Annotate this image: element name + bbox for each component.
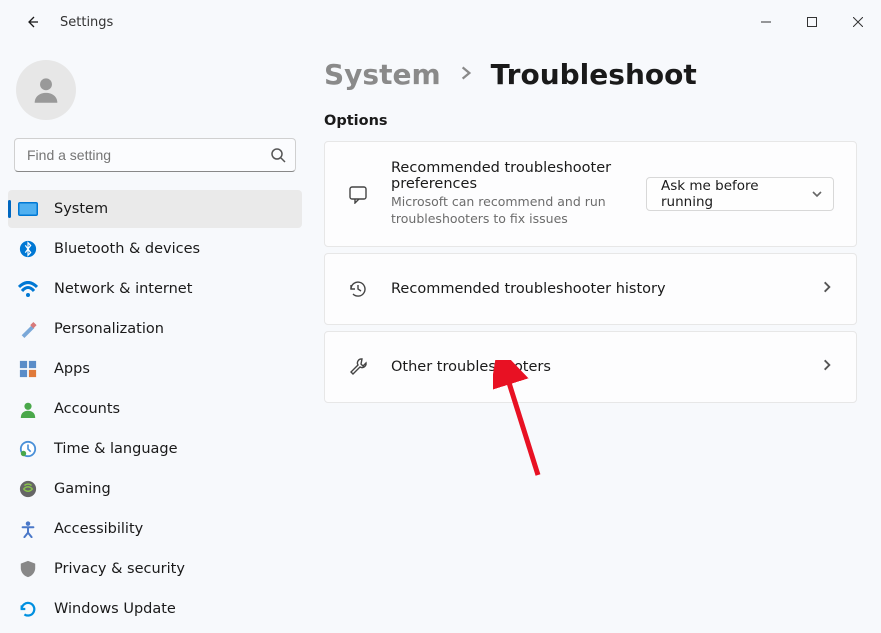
troubleshooter-preferences-card: Recommended troubleshooter preferences M…: [324, 141, 857, 247]
card-title: Other troubleshooters: [391, 359, 551, 375]
sidebar-item-system[interactable]: System: [8, 190, 302, 228]
sidebar-item-apps[interactable]: Apps: [8, 350, 302, 388]
breadcrumb-current: Troubleshoot: [491, 58, 697, 91]
sidebar-item-label: Bluetooth & devices: [54, 241, 200, 257]
maximize-button[interactable]: [789, 7, 835, 37]
personalization-icon: [18, 319, 38, 339]
dropdown-value: Ask me before running: [661, 178, 803, 210]
sidebar-item-privacy[interactable]: Privacy & security: [8, 550, 302, 588]
shield-icon: [18, 559, 38, 579]
system-icon: [18, 199, 38, 219]
bluetooth-icon: [18, 239, 38, 259]
troubleshooter-history-card[interactable]: Recommended troubleshooter history: [324, 253, 857, 325]
chevron-down-icon: [811, 188, 823, 200]
person-icon: [29, 73, 63, 107]
section-label: Options: [324, 113, 857, 129]
sidebar-item-update[interactable]: Windows Update: [8, 590, 302, 628]
close-icon: [853, 17, 863, 27]
card-title: Recommended troubleshooter preferences: [391, 160, 624, 192]
sidebar-item-label: Windows Update: [54, 601, 176, 617]
chevron-right-icon: [820, 357, 834, 376]
chevron-right-icon: [457, 64, 475, 86]
titlebar: Settings: [0, 0, 881, 44]
search-input[interactable]: [14, 138, 296, 172]
sidebar-item-time[interactable]: Time & language: [8, 430, 302, 468]
chevron-right-icon: [820, 279, 834, 298]
wrench-icon: [347, 356, 369, 378]
sidebar-item-network[interactable]: Network & internet: [8, 270, 302, 308]
sidebar-item-label: Accessibility: [54, 521, 143, 537]
network-icon: [18, 279, 38, 299]
other-troubleshooters-card[interactable]: Other troubleshooters: [324, 331, 857, 403]
window-title: Settings: [60, 15, 113, 30]
accounts-icon: [18, 399, 38, 419]
minimize-icon: [761, 17, 771, 27]
search-icon: [270, 147, 286, 163]
close-button[interactable]: [835, 7, 881, 37]
time-icon: [18, 439, 38, 459]
sidebar-item-gaming[interactable]: Gaming: [8, 470, 302, 508]
chat-icon: [347, 183, 369, 205]
maximize-icon: [807, 17, 817, 27]
sidebar-item-bluetooth[interactable]: Bluetooth & devices: [8, 230, 302, 268]
sidebar-item-accounts[interactable]: Accounts: [8, 390, 302, 428]
accessibility-icon: [18, 519, 38, 539]
avatar[interactable]: [16, 60, 76, 120]
pref-dropdown[interactable]: Ask me before running: [646, 177, 834, 211]
sidebar-item-label: Personalization: [54, 321, 164, 337]
back-button[interactable]: [16, 6, 48, 38]
breadcrumb: System Troubleshoot: [324, 58, 857, 91]
search-box: [14, 138, 296, 172]
gaming-icon: [18, 479, 38, 499]
card-title: Recommended troubleshooter history: [391, 281, 666, 297]
content-area: System Troubleshoot Options Recommended …: [310, 44, 881, 633]
breadcrumb-parent[interactable]: System: [324, 58, 441, 91]
nav-list: System Bluetooth & devices Network & int…: [8, 190, 302, 628]
sidebar-item-label: System: [54, 201, 108, 217]
back-arrow-icon: [24, 14, 40, 30]
history-icon: [347, 278, 369, 300]
sidebar-item-accessibility[interactable]: Accessibility: [8, 510, 302, 548]
sidebar: System Bluetooth & devices Network & int…: [0, 44, 310, 633]
sidebar-item-label: Network & internet: [54, 281, 192, 297]
apps-icon: [18, 359, 38, 379]
sidebar-item-label: Privacy & security: [54, 561, 185, 577]
sidebar-item-label: Gaming: [54, 481, 111, 497]
sidebar-item-label: Apps: [54, 361, 90, 377]
update-icon: [18, 599, 38, 619]
sidebar-item-label: Time & language: [54, 441, 178, 457]
sidebar-item-personalization[interactable]: Personalization: [8, 310, 302, 348]
window-controls: [743, 7, 881, 37]
minimize-button[interactable]: [743, 7, 789, 37]
card-subtitle: Microsoft can recommend and run troubles…: [391, 194, 611, 228]
sidebar-item-label: Accounts: [54, 401, 120, 417]
